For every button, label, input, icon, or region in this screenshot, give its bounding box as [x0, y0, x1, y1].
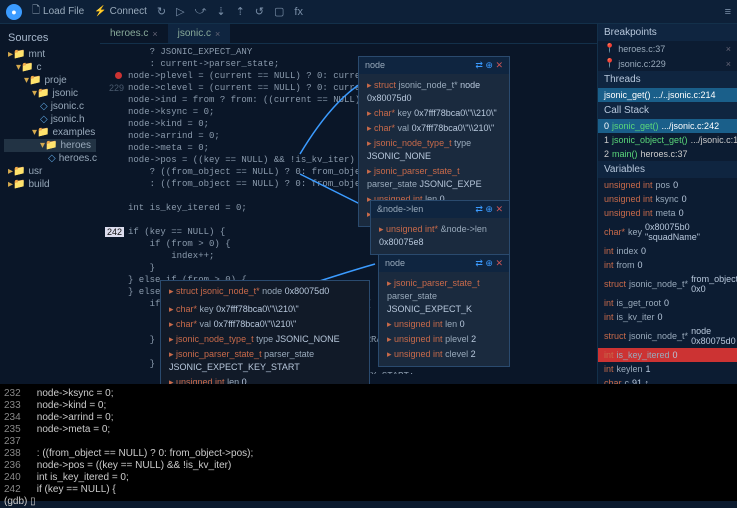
- restart-icon[interactable]: ↺: [255, 5, 264, 18]
- tree-folder-mnt[interactable]: ▸📁mnt: [4, 48, 96, 61]
- debug-panels: Breakpoints 📍 heroes.c:37× 📍 jsonic.c:22…: [597, 24, 737, 384]
- variable-item[interactable]: char c 91 ↑: [598, 376, 737, 384]
- menu-icon[interactable]: ≡: [725, 6, 731, 18]
- gdb-terminal[interactable]: 232 node->ksync = 0;233 node->kind = 0;2…: [0, 384, 737, 501]
- variable-item[interactable]: int is_key_itered 0: [598, 348, 737, 362]
- breakpoints-header[interactable]: Breakpoints: [598, 24, 737, 41]
- tree-folder-heroes[interactable]: ▾📁heroes: [4, 139, 96, 152]
- code-editor: heroes.c× jsonic.c× 229 242 ? JSONIC_EXP…: [100, 24, 597, 384]
- stack-frame[interactable]: 2 main() heroes.c:37: [598, 147, 737, 161]
- fx-icon[interactable]: fx: [294, 6, 303, 18]
- refresh-icon[interactable]: ↻: [157, 5, 166, 18]
- variable-item[interactable]: unsigned int meta 0: [598, 206, 737, 220]
- editor-tabs: heroes.c× jsonic.c×: [100, 24, 597, 44]
- tree-folder-proje[interactable]: ▾📁proje: [4, 74, 96, 87]
- variable-item[interactable]: int index 0: [598, 244, 737, 258]
- sources-sidebar: Sources ▸📁mnt ▾📁c ▾📁proje ▾📁jsonic ◇json…: [0, 24, 100, 384]
- variable-item[interactable]: struct jsonic_node_t* from_object 0x0: [598, 272, 737, 296]
- folder-icon: ▸📁: [8, 179, 25, 190]
- tree-folder-examples[interactable]: ▾📁examples: [4, 126, 96, 139]
- folder-icon: ▾📁: [32, 127, 49, 138]
- file-icon: ◇: [40, 114, 48, 125]
- variable-item[interactable]: int is_get_root 0: [598, 296, 737, 310]
- stack-frame[interactable]: 0 jsonic_get() .../jsonic.c:242: [598, 119, 737, 133]
- variable-item[interactable]: int is_kv_iter 0: [598, 310, 737, 324]
- close-icon[interactable]: ×: [215, 29, 220, 39]
- popup-title: node: [365, 59, 385, 72]
- folder-icon: ▾📁: [32, 88, 49, 99]
- file-icon: ◇: [48, 153, 56, 164]
- arrow-icon[interactable]: ⇄ ⊕: [475, 204, 493, 214]
- connect-button[interactable]: ⚡ Connect: [94, 6, 147, 17]
- main-toolbar: ● 🗋 Load File ⚡ Connect ↻ ▷ ⤻ ⇣ ⇡ ↺ ▢ fx…: [0, 0, 737, 24]
- stop-icon[interactable]: ▢: [274, 5, 284, 18]
- popup-node2[interactable]: node⇄ ⊕ ✕ ▸ jsonic_parser_state_t parser…: [378, 254, 510, 367]
- file-icon: ◇: [40, 101, 48, 112]
- close-icon[interactable]: ✕: [495, 258, 503, 268]
- sources-title: Sources: [4, 28, 96, 48]
- stack-frame[interactable]: 1 jsonic_object_get() .../jsonic.c:145: [598, 133, 737, 147]
- arrow-icon[interactable]: ⇄ ⊕: [475, 60, 493, 70]
- variables-header[interactable]: Variables: [598, 161, 737, 178]
- step-out-icon[interactable]: ⇡: [236, 5, 245, 18]
- load-file-button[interactable]: 🗋 Load File: [32, 3, 84, 20]
- variable-item[interactable]: char* key 0x80075b0 "squadName": [598, 220, 737, 244]
- folder-icon: ▸📁: [8, 49, 25, 60]
- tree-folder-jsonic[interactable]: ▾📁jsonic: [4, 87, 96, 100]
- callstack-header[interactable]: Call Stack: [598, 102, 737, 119]
- popup-title: &node->len: [377, 203, 423, 216]
- breakpoint-item[interactable]: 📍 jsonic.c:229×: [598, 56, 737, 71]
- folder-icon: ▾📁: [40, 140, 57, 151]
- tab-heroes[interactable]: heroes.c×: [100, 24, 168, 43]
- close-icon[interactable]: ✕: [495, 204, 503, 214]
- thread-item[interactable]: jsonic_get() .../..jsonic.c:214: [598, 88, 737, 102]
- variable-item[interactable]: unsigned int ksync 0: [598, 192, 737, 206]
- tree-file-jsonic-h[interactable]: ◇jsonic.h: [4, 113, 96, 126]
- tree-file-heroes-c[interactable]: ◇heroes.c: [4, 152, 96, 165]
- variable-item[interactable]: int keylen 1: [598, 362, 737, 376]
- folder-icon: ▸📁: [8, 166, 25, 177]
- close-icon[interactable]: ×: [152, 29, 157, 39]
- popup-tooltip: ▸ struct jsonic_node_t* node 0x80075d0 ▸…: [160, 280, 370, 384]
- tree-folder-build[interactable]: ▸📁build: [4, 178, 96, 191]
- tree-folder-c[interactable]: ▾📁c: [4, 61, 96, 74]
- line-gutter[interactable]: 229 242: [100, 44, 128, 374]
- step-over-icon[interactable]: ⤻: [195, 5, 207, 18]
- app-logo-icon: ●: [6, 4, 22, 20]
- tab-jsonic[interactable]: jsonic.c×: [168, 24, 231, 43]
- tree-file-jsonic-c[interactable]: ◇jsonic.c: [4, 100, 96, 113]
- tree-folder-usr[interactable]: ▸📁usr: [4, 165, 96, 178]
- popup-len[interactable]: &node->len⇄ ⊕ ✕ ▸ unsigned int* &node->l…: [370, 200, 510, 255]
- close-icon[interactable]: ✕: [495, 60, 503, 70]
- folder-icon: ▾📁: [16, 62, 33, 73]
- variable-item[interactable]: struct jsonic_node_t* node 0x80075d0: [598, 324, 737, 348]
- prompt[interactable]: (gdb) ▯: [4, 496, 733, 508]
- popup-title: node: [385, 257, 405, 270]
- threads-header[interactable]: Threads: [598, 71, 737, 88]
- step-into-icon[interactable]: ⇣: [216, 5, 225, 18]
- arrow-icon[interactable]: ⇄ ⊕: [475, 258, 493, 268]
- variable-item[interactable]: int from 0: [598, 258, 737, 272]
- continue-icon[interactable]: ▷: [176, 5, 184, 18]
- folder-icon: ▾📁: [24, 75, 41, 86]
- variable-item[interactable]: unsigned int pos 0: [598, 178, 737, 192]
- breakpoint-item[interactable]: 📍 heroes.c:37×: [598, 41, 737, 56]
